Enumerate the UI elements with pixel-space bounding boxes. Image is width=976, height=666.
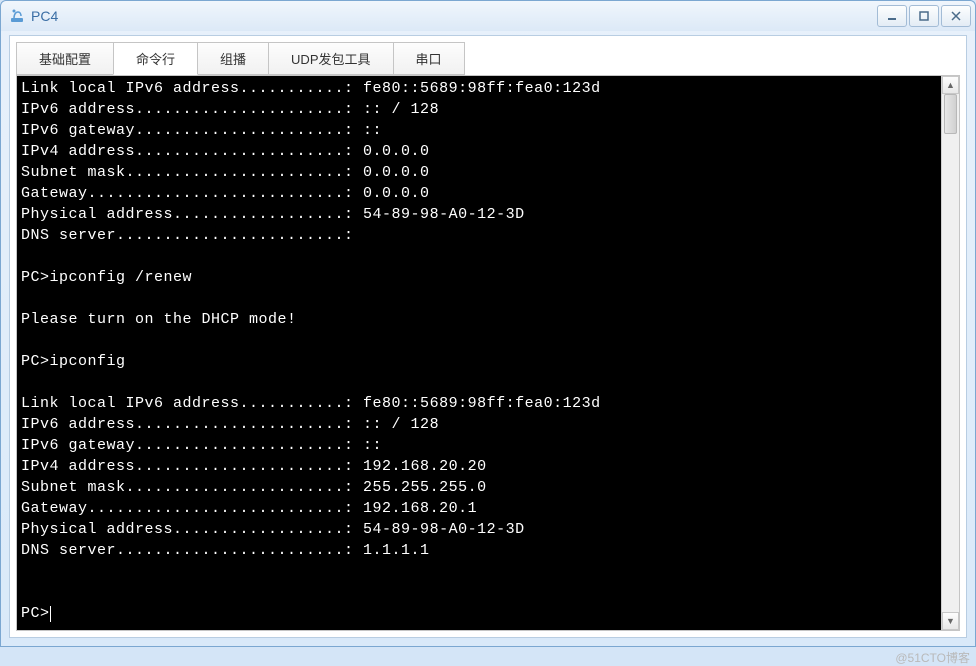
maximize-button[interactable] xyxy=(909,5,939,27)
terminal-container: Link local IPv6 address...........: fe80… xyxy=(16,75,960,631)
minimize-button[interactable] xyxy=(877,5,907,27)
tab-multicast[interactable]: 组播 xyxy=(197,42,269,75)
scroll-up-button[interactable]: ▲ xyxy=(942,76,959,94)
window-controls xyxy=(877,5,971,27)
tab-command-line[interactable]: 命令行 xyxy=(113,42,198,75)
tab-udp-tool[interactable]: UDP发包工具 xyxy=(268,42,393,75)
scrollbar: ▲ ▼ xyxy=(941,76,959,630)
scroll-thumb[interactable] xyxy=(944,94,957,134)
app-window: PC4 基础配置 命令行 组播 UDP发包工具 串口 Link local IP… xyxy=(0,0,976,647)
tab-serial[interactable]: 串口 xyxy=(393,42,465,75)
content-area: 基础配置 命令行 组播 UDP发包工具 串口 Link local IPv6 a… xyxy=(9,35,967,638)
scroll-down-button[interactable]: ▼ xyxy=(942,612,959,630)
tab-bar: 基础配置 命令行 组播 UDP发包工具 串口 xyxy=(10,36,966,75)
window-title: PC4 xyxy=(31,8,877,24)
close-button[interactable] xyxy=(941,5,971,27)
app-icon xyxy=(9,8,25,24)
tab-basic-config[interactable]: 基础配置 xyxy=(16,42,114,75)
terminal[interactable]: Link local IPv6 address...........: fe80… xyxy=(17,76,941,630)
scroll-track[interactable] xyxy=(942,94,959,612)
watermark: @51CTO博客 xyxy=(895,649,970,666)
titlebar: PC4 xyxy=(1,1,975,31)
